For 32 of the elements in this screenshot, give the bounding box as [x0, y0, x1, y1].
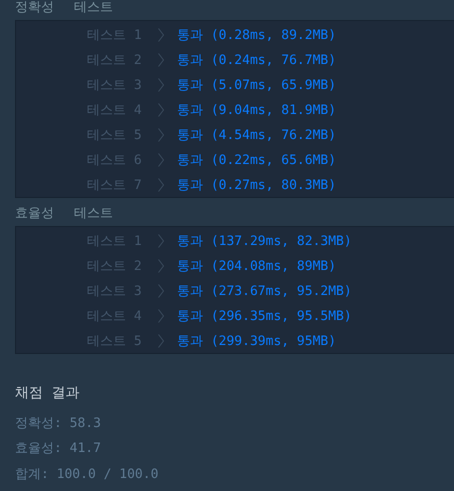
- test-result: 통과 (4.54ms, 76.2MB): [177, 126, 336, 144]
- section-label: 테스트: [74, 204, 113, 222]
- chevron-icon: [158, 178, 164, 192]
- test-result: 통과 (299.39ms, 95MB): [177, 332, 336, 350]
- chevron-icon: [158, 334, 164, 348]
- test-result: 통과 (0.28ms, 89.2MB): [177, 26, 336, 44]
- chevron-icon: [158, 52, 164, 66]
- chevron-icon: [158, 258, 164, 272]
- test-result: 통과 (204.08ms, 89MB): [177, 258, 336, 274]
- test-result: 통과 (137.29ms, 82.3MB): [177, 232, 352, 250]
- test-result: 통과 (5.07ms, 65.9MB): [177, 76, 336, 94]
- chevron-icon: [158, 284, 164, 298]
- score-line: 합계: 100.0 / 100.0: [15, 466, 160, 484]
- chevron-icon: [158, 152, 164, 166]
- test-result: 통과 (0.22ms, 65.6MB): [177, 152, 336, 168]
- summary-title: 채점 결과: [15, 384, 80, 403]
- chevron-icon: [158, 78, 164, 92]
- chevron-icon: [158, 308, 164, 322]
- section-title: 효율성: [15, 204, 54, 222]
- test-result: 통과 (0.27ms, 80.3MB): [177, 176, 336, 194]
- chevron-icon: [158, 28, 164, 42]
- score-line: 정확성: 58.3: [15, 414, 102, 433]
- section-label: 테스트: [74, 0, 113, 16]
- test-result: 통과 (273.67ms, 95.2MB): [177, 282, 352, 300]
- score-line: 효율성: 41.7: [15, 440, 102, 458]
- chevron-icon: [158, 234, 164, 248]
- test-result: 통과 (9.04ms, 81.9MB): [177, 102, 336, 118]
- test-result: 통과 (296.35ms, 95.5MB): [177, 308, 352, 324]
- test-result: 통과 (0.24ms, 76.7MB): [177, 52, 336, 68]
- section-title: 정확성: [15, 0, 54, 16]
- chevron-icon: [158, 128, 164, 142]
- chevron-icon: [158, 102, 164, 116]
